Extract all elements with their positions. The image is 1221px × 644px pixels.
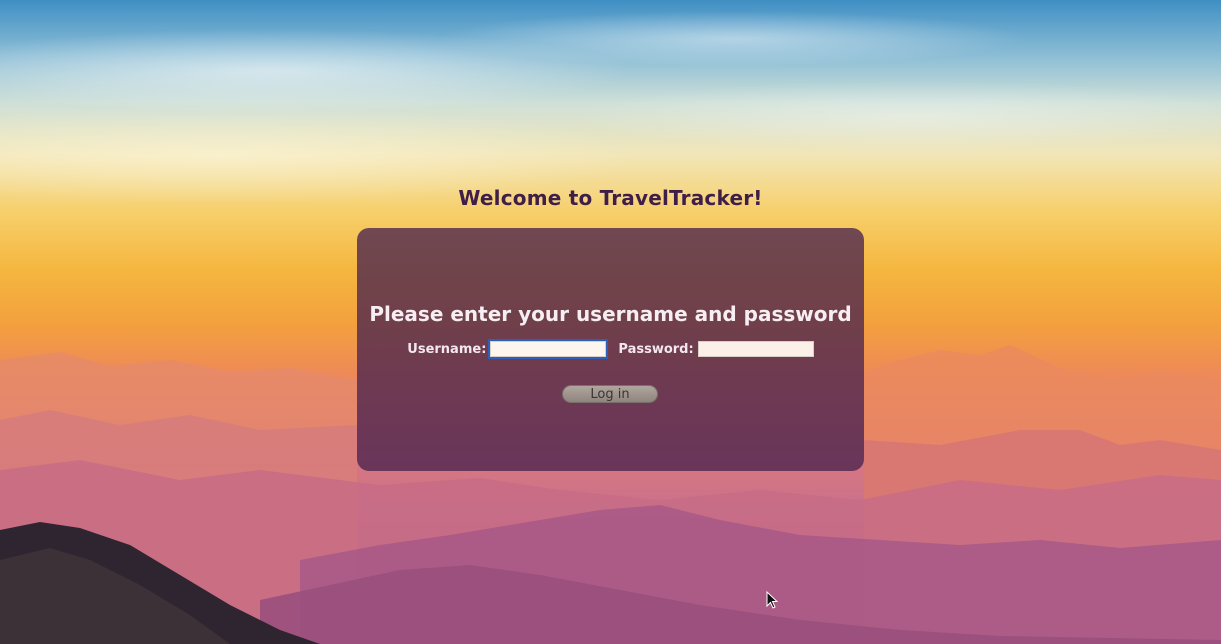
username-input[interactable] bbox=[488, 339, 609, 359]
login-form-row: Username: Password: bbox=[357, 339, 864, 359]
page-title: Welcome to TravelTracker! bbox=[458, 186, 763, 210]
password-label: Password: bbox=[618, 341, 694, 357]
login-heading: Please enter your username and password bbox=[369, 302, 852, 326]
username-label: Username: bbox=[407, 341, 487, 357]
mouse-cursor-icon bbox=[766, 591, 779, 609]
login-button[interactable]: Log in bbox=[562, 385, 658, 403]
password-input[interactable] bbox=[697, 341, 814, 357]
